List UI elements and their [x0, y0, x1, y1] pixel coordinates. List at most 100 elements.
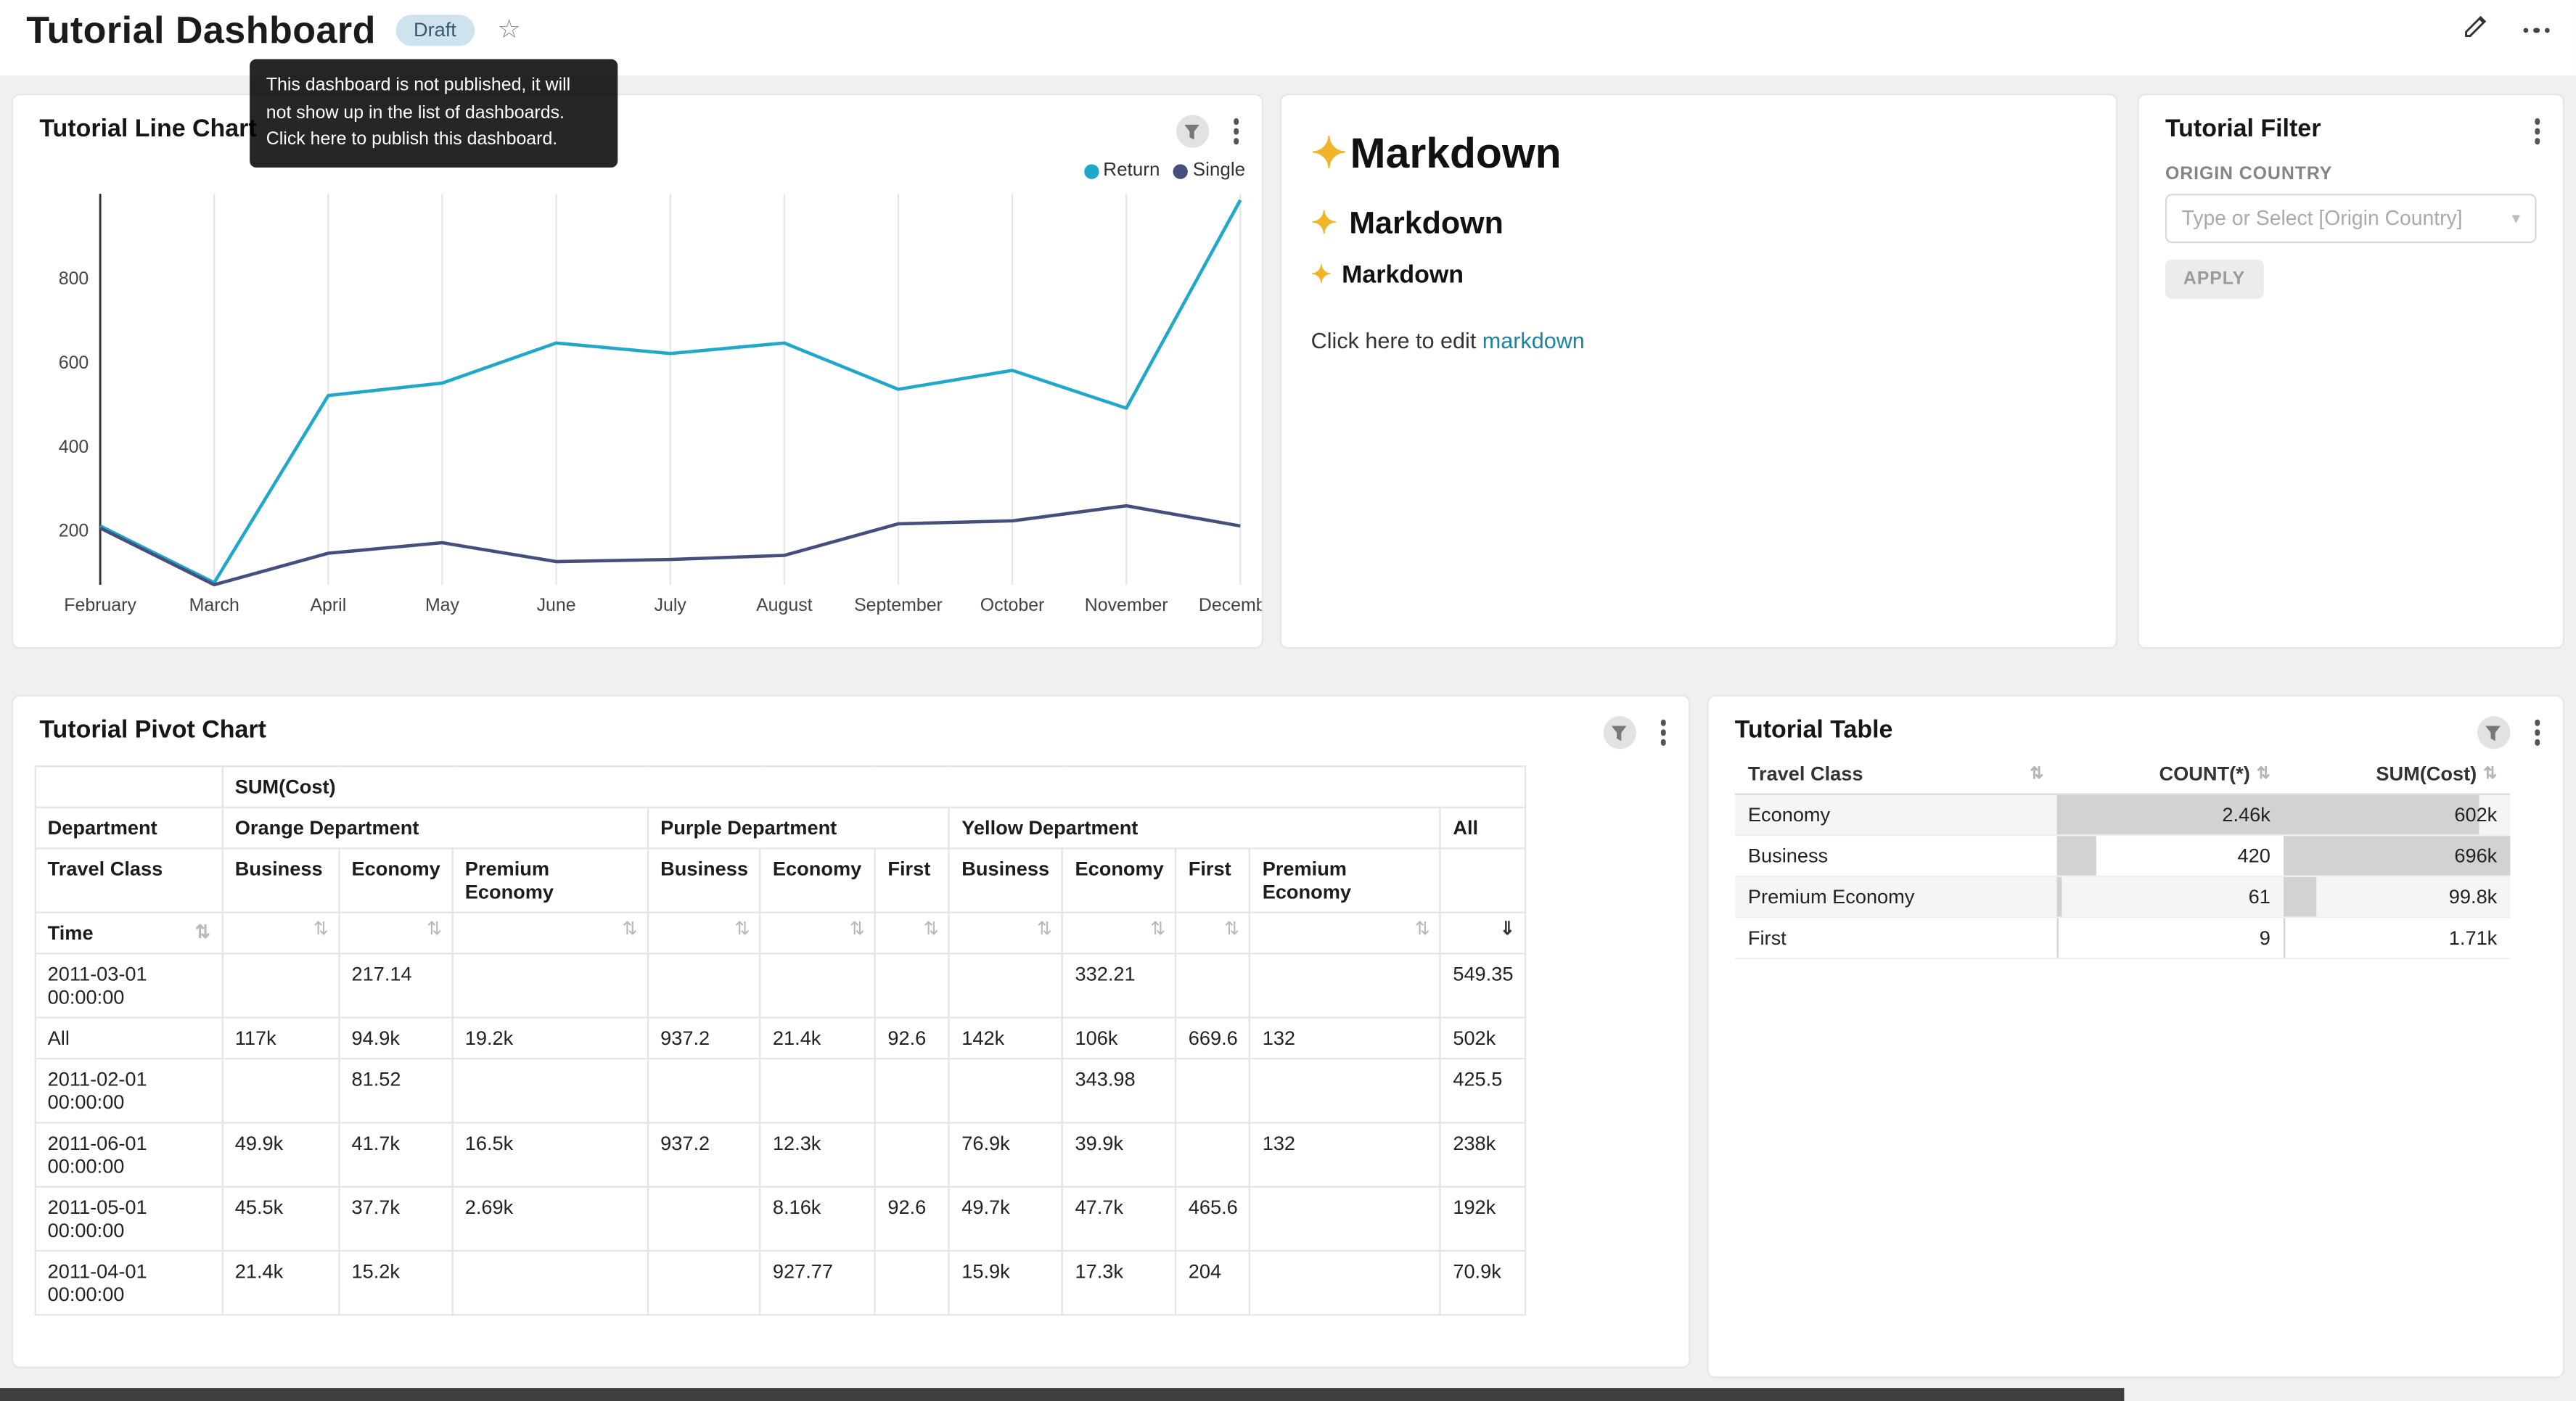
- pivot-cell: [1250, 953, 1441, 1017]
- pivot-cell: 16.5k: [453, 1122, 648, 1186]
- pivot-class-header: Business: [949, 848, 1062, 912]
- sort-icon[interactable]: ⇅: [1150, 919, 1165, 940]
- pivot-cell: 117k: [223, 1018, 340, 1059]
- sort-icon[interactable]: ⇅: [195, 921, 210, 942]
- pivot-cell: 192k: [1440, 1187, 1525, 1251]
- pivot-class-header: Premium Economy: [453, 848, 648, 912]
- pivot-cell: 21.4k: [223, 1251, 340, 1315]
- sort-icon[interactable]: ⇅: [2257, 765, 2271, 783]
- pivot-class-header: Travel Class: [36, 848, 223, 912]
- pivot-class-header: Business: [223, 848, 340, 912]
- sparkles-icon: [1311, 128, 1350, 178]
- pivot-metric-header: SUM(Cost): [223, 766, 1526, 808]
- pivot-department-header: Purple Department: [648, 808, 949, 849]
- pivot-department-header: Orange Department: [223, 808, 648, 849]
- pivot-cell: [875, 1122, 949, 1186]
- pivot-sort-cell: ⇓: [1440, 913, 1525, 954]
- pivot-cell: 937.2: [648, 1122, 760, 1186]
- kebab-menu-icon[interactable]: [1657, 717, 1669, 749]
- pivot-class-header: First: [875, 848, 949, 912]
- cell-travel-class: Business: [1735, 834, 2057, 876]
- sort-icon[interactable]: ⇅: [734, 919, 750, 940]
- pivot-cell: [648, 1187, 760, 1251]
- pivot-sort-row: Time⇅⇅⇅⇅⇅⇅⇅⇅⇅⇅⇅⇓: [36, 913, 1526, 954]
- draft-badge[interactable]: Draft: [395, 14, 475, 45]
- sort-icon[interactable]: ⇅: [850, 919, 865, 940]
- cell-sum: 99.8k: [2284, 876, 2510, 917]
- cell-travel-class: First: [1735, 916, 2057, 958]
- kebab-menu-icon[interactable]: [2531, 115, 2543, 147]
- pivot-cell: 45.5k: [223, 1187, 340, 1251]
- pivot-cell: 21.4k: [760, 1018, 875, 1059]
- pivot-sort-cell: ⇅: [453, 913, 648, 954]
- edit-pencil-icon[interactable]: [2462, 12, 2490, 39]
- pivot-cell: 76.9k: [949, 1122, 1062, 1186]
- pivot-cell: 19.2k: [453, 1018, 648, 1059]
- pivot-cell: 8.16k: [760, 1187, 875, 1251]
- sort-desc-icon[interactable]: ⇓: [1500, 919, 1515, 940]
- sort-icon[interactable]: ⇅: [1415, 919, 1430, 940]
- unpublished-tooltip: This dashboard is not published, it will…: [250, 59, 618, 167]
- pivot-sort-cell: ⇅: [1250, 913, 1441, 954]
- pivot-cell: 132: [1250, 1018, 1441, 1059]
- sort-icon[interactable]: ⇅: [924, 919, 939, 940]
- bottom-bar: [0, 1388, 2124, 1401]
- filter-card: Tutorial Filter ORIGIN COUNTRY Type or S…: [2139, 95, 2563, 647]
- sort-icon[interactable]: ⇅: [1037, 919, 1052, 940]
- pivot-sort-cell: ⇅: [949, 913, 1062, 954]
- pivot-cell: [1176, 1059, 1250, 1122]
- pivot-row-header: 2011-04-01 00:00:00: [36, 1251, 223, 1315]
- pivot-metric-row: SUM(Cost): [36, 766, 1526, 808]
- origin-country-select[interactable]: Type or Select [Origin Country] ▾: [2165, 194, 2537, 243]
- pivot-data-row: 2011-06-01 00:00:0049.9k41.7k16.5k937.21…: [36, 1122, 1526, 1186]
- cell-travel-class: Economy: [1735, 794, 2057, 835]
- markdown-paragraph: Click here to edit markdown: [1311, 329, 2087, 353]
- sort-icon[interactable]: ⇅: [313, 919, 329, 940]
- pivot-cell: 937.2: [648, 1018, 760, 1059]
- pivot-cell: [648, 953, 760, 1017]
- pivot-row-header: 2011-03-01 00:00:00: [36, 953, 223, 1017]
- column-header-sum[interactable]: SUM(Cost)⇅: [2284, 755, 2510, 793]
- column-header-travel-class[interactable]: Travel Class⇅: [1735, 755, 2057, 793]
- svg-text:April: April: [310, 595, 346, 615]
- sort-icon[interactable]: ⇅: [2483, 765, 2497, 783]
- pivot-data-row: 2011-02-01 00:00:0081.52343.98425.5: [36, 1059, 1526, 1122]
- pivot-department-header: Department: [36, 808, 223, 849]
- markdown-edit-link[interactable]: markdown: [1482, 329, 1585, 353]
- pivot-cell: 92.6: [875, 1187, 949, 1251]
- cell-sum: 696k: [2284, 834, 2510, 876]
- pivot-cell: 92.6: [875, 1018, 949, 1059]
- apply-button[interactable]: APPLY: [2165, 260, 2263, 299]
- pivot-chart-card: Tutorial Pivot Chart SUM(Cost)Department…: [13, 697, 1689, 1367]
- pivot-cell: 927.77: [760, 1251, 875, 1315]
- kebab-menu-icon[interactable]: [2531, 717, 2543, 749]
- sort-icon[interactable]: ⇅: [1224, 919, 1239, 940]
- pivot-cell: [223, 953, 340, 1017]
- cell-count: 61: [2057, 876, 2284, 917]
- pivot-data-row: 2011-04-01 00:00:0021.4k15.2k927.7715.9k…: [36, 1251, 1526, 1315]
- pivot-cell: [648, 1251, 760, 1315]
- line-chart-card: Tutorial Line Chart ReturnSingle 2004006…: [13, 95, 1262, 647]
- sort-icon[interactable]: ⇅: [623, 919, 638, 940]
- pivot-cell: 343.98: [1063, 1059, 1176, 1122]
- pivot-row-header: 2011-05-01 00:00:00: [36, 1187, 223, 1251]
- cross-filter-icon[interactable]: [2477, 716, 2509, 749]
- sort-icon[interactable]: ⇅: [2030, 765, 2043, 783]
- pivot-sort-cell: ⇅: [875, 913, 949, 954]
- pivot-sort-cell: ⇅: [760, 913, 875, 954]
- pivot-time-header: Time⇅: [36, 913, 223, 954]
- markdown-h2: Markdown: [1311, 205, 2087, 243]
- pivot-cell: [949, 953, 1062, 1017]
- pivot-cell: 47.7k: [1063, 1187, 1176, 1251]
- favorite-star-icon[interactable]: ☆: [497, 13, 520, 46]
- pivot-cell: [453, 953, 648, 1017]
- column-header-count[interactable]: COUNT(*)⇅: [2057, 755, 2284, 793]
- sort-icon[interactable]: ⇅: [427, 919, 442, 940]
- cross-filter-icon[interactable]: [1603, 716, 1636, 749]
- pivot-cell: [875, 953, 949, 1017]
- table-card: Tutorial Table Travel Class⇅COUNT(*)⇅SUM…: [1709, 697, 2563, 1376]
- overflow-menu-icon[interactable]: [2522, 17, 2549, 33]
- svg-text:May: May: [425, 595, 460, 615]
- cell-count: 420: [2057, 834, 2284, 876]
- pivot-class-header: First: [1176, 848, 1250, 912]
